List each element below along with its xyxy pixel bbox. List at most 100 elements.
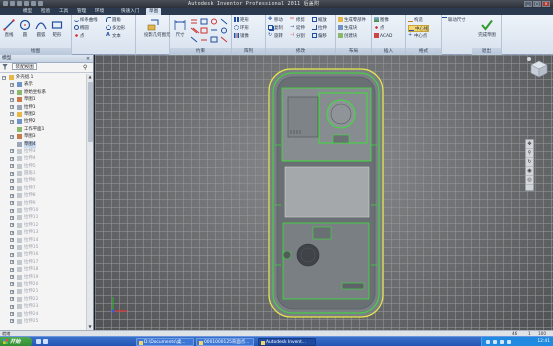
tree-expander-icon[interactable]: +: [10, 134, 14, 139]
polygon-button[interactable]: 多边形: [106, 25, 125, 32]
steering-wheel-icon[interactable]: ◎: [526, 176, 533, 185]
tree-node[interactable]: + 拉伸5: [0, 163, 86, 170]
viewcube-icon[interactable]: [525, 55, 553, 83]
tree-node[interactable]: + 草图1: [0, 96, 86, 103]
save-icon[interactable]: [24, 1, 29, 6]
new-icon[interactable]: [10, 1, 15, 6]
app-menu-icon[interactable]: [3, 1, 8, 6]
tree-expander-icon[interactable]: +: [10, 178, 14, 183]
scale-button[interactable]: 缩放: [312, 17, 327, 24]
tree-node[interactable]: + 拉伸15: [0, 244, 86, 251]
minimize-button[interactable]: _: [524, 1, 532, 7]
taskbar-item[interactable]: D:\Documents\桌...: [136, 338, 194, 346]
project-geometry-button[interactable]: 投影几何图元: [144, 17, 170, 47]
rectangle-button[interactable]: 矩形: [49, 17, 65, 47]
tree-node[interactable]: + 拉伸21: [0, 288, 86, 295]
tree-node[interactable]: + 拉伸9: [0, 200, 86, 207]
copy-button[interactable]: 复制: [268, 25, 283, 32]
redo-icon[interactable]: [38, 1, 43, 6]
ribbon-tab[interactable]: 草图: [146, 8, 162, 15]
create-block-button[interactable]: 创建块: [338, 33, 357, 40]
tree-node[interactable]: + 表示: [0, 81, 86, 88]
tray-icon-volume[interactable]: [500, 340, 504, 344]
centerline-button[interactable]: 中心线: [408, 25, 430, 32]
binoculars-icon[interactable]: ⚲: [83, 65, 90, 71]
insert-acad-button[interactable]: ACAD: [374, 33, 392, 40]
tree-expander-icon[interactable]: +: [10, 186, 14, 191]
tree-expander-icon[interactable]: +: [10, 312, 14, 316]
tree-expander-icon[interactable]: +: [10, 97, 14, 102]
rotate-button[interactable]: ↻ 旋转: [268, 33, 283, 40]
tree-expander-icon[interactable]: +: [10, 119, 14, 124]
spline-button[interactable]: 样条曲线: [74, 17, 98, 24]
tree-node[interactable]: 草图4: [0, 140, 86, 148]
undo-icon[interactable]: [31, 1, 36, 6]
text-button[interactable]: A 文本: [106, 33, 121, 40]
tree-node[interactable]: + 拉伸1: [0, 104, 86, 111]
construction-button[interactable]: 构造: [408, 17, 423, 24]
split-button[interactable]: ⊣ 分割: [290, 33, 305, 40]
center-point-button[interactable]: + 中心点: [408, 33, 427, 40]
tree-expander-icon[interactable]: +: [10, 252, 14, 257]
tree-node[interactable]: + 拉伸18: [0, 266, 86, 273]
tree-node[interactable]: + 拉伸4: [0, 155, 86, 162]
circ-pattern-button[interactable]: 环形: [234, 25, 249, 32]
tree-node[interactable]: + 拉伸7: [0, 185, 86, 192]
open-icon[interactable]: [17, 1, 22, 6]
tree-node[interactable]: + 拉伸13: [0, 229, 86, 236]
zoom-icon[interactable]: ⚲: [526, 149, 533, 158]
extend-button[interactable]: → 延伸: [290, 25, 305, 32]
tree-node[interactable]: + 拉伸19: [0, 274, 86, 281]
scroll-thumb[interactable]: [88, 82, 93, 142]
desktop-icon[interactable]: [36, 339, 41, 344]
tree-node[interactable]: + 草图2: [0, 111, 86, 118]
tree-expander-icon[interactable]: +: [10, 319, 14, 324]
tree-node[interactable]: + 拉伸25: [0, 318, 86, 325]
tree-node[interactable]: + 拉伸8: [0, 192, 86, 199]
start-button[interactable]: 开始: [0, 337, 32, 346]
tree-expander-icon[interactable]: +: [10, 304, 14, 309]
browser-close-icon[interactable]: ×: [85, 56, 91, 62]
finish-sketch-button[interactable]: 完成草图: [477, 17, 497, 47]
make-components-button[interactable]: 生成零部件: [338, 17, 366, 24]
tray-icon-security[interactable]: [507, 340, 511, 344]
driven-dimension-button[interactable]: 联动尺寸: [442, 17, 466, 24]
tree-node[interactable]: 工作平面1: [0, 126, 86, 133]
tree-expander-icon[interactable]: +: [10, 238, 14, 243]
browser-icon[interactable]: [43, 339, 48, 344]
tree-node[interactable]: + 拉伸6: [0, 177, 86, 184]
tree-node[interactable]: + 拉伸24: [0, 311, 86, 318]
ribbon-tab[interactable]: [2, 8, 8, 15]
tree-node[interactable]: + 拉伸10: [0, 207, 86, 214]
tree-expander-icon[interactable]: +: [10, 112, 14, 117]
tree-node[interactable]: + 拉伸23: [0, 303, 86, 310]
filter-icon[interactable]: [2, 63, 8, 70]
mirror-button[interactable]: 镜像: [234, 33, 249, 40]
tree-node[interactable]: + 拉伸2: [0, 118, 86, 125]
tree-expander-icon[interactable]: +: [10, 156, 14, 161]
circle-button[interactable]: 圆: [17, 17, 33, 47]
maximize-button[interactable]: □: [533, 1, 541, 7]
tray-icon-network[interactable]: [493, 340, 497, 344]
look-at-icon[interactable]: ◉: [526, 167, 533, 176]
pan-icon[interactable]: ✥: [526, 140, 533, 149]
browser-view-select[interactable]: 装配视图: [12, 63, 37, 70]
taskbar-item[interactable]: 0001000125背面点...: [196, 338, 254, 346]
tree-node[interactable]: + 圆角1: [0, 170, 86, 177]
tree-expander-icon[interactable]: +: [10, 297, 14, 302]
tree-node[interactable]: − 外壳组.1: [0, 74, 86, 81]
tree-expander-icon[interactable]: +: [10, 82, 14, 87]
ribbon-tab[interactable]: 快速入门: [118, 8, 142, 15]
close-button[interactable]: ×: [542, 1, 550, 7]
tree-node[interactable]: + 拉伸14: [0, 237, 86, 244]
tree-node[interactable]: + 拉伸22: [0, 296, 86, 303]
tree-expander-icon[interactable]: +: [10, 282, 14, 287]
graphics-viewport[interactable]: ✥ ⚲ ↻ ◉ ◎: [95, 55, 553, 330]
tree-node[interactable]: + 拉伸11: [0, 214, 86, 221]
fillet-button[interactable]: 圆角: [106, 17, 121, 24]
tree-expander-icon[interactable]: +: [10, 245, 14, 250]
tree-expander-icon[interactable]: +: [10, 201, 14, 206]
offset-button[interactable]: 偏移: [312, 33, 327, 40]
trim-button[interactable]: ✂ 修剪: [290, 17, 305, 24]
tree-expander-icon[interactable]: +: [10, 215, 14, 220]
